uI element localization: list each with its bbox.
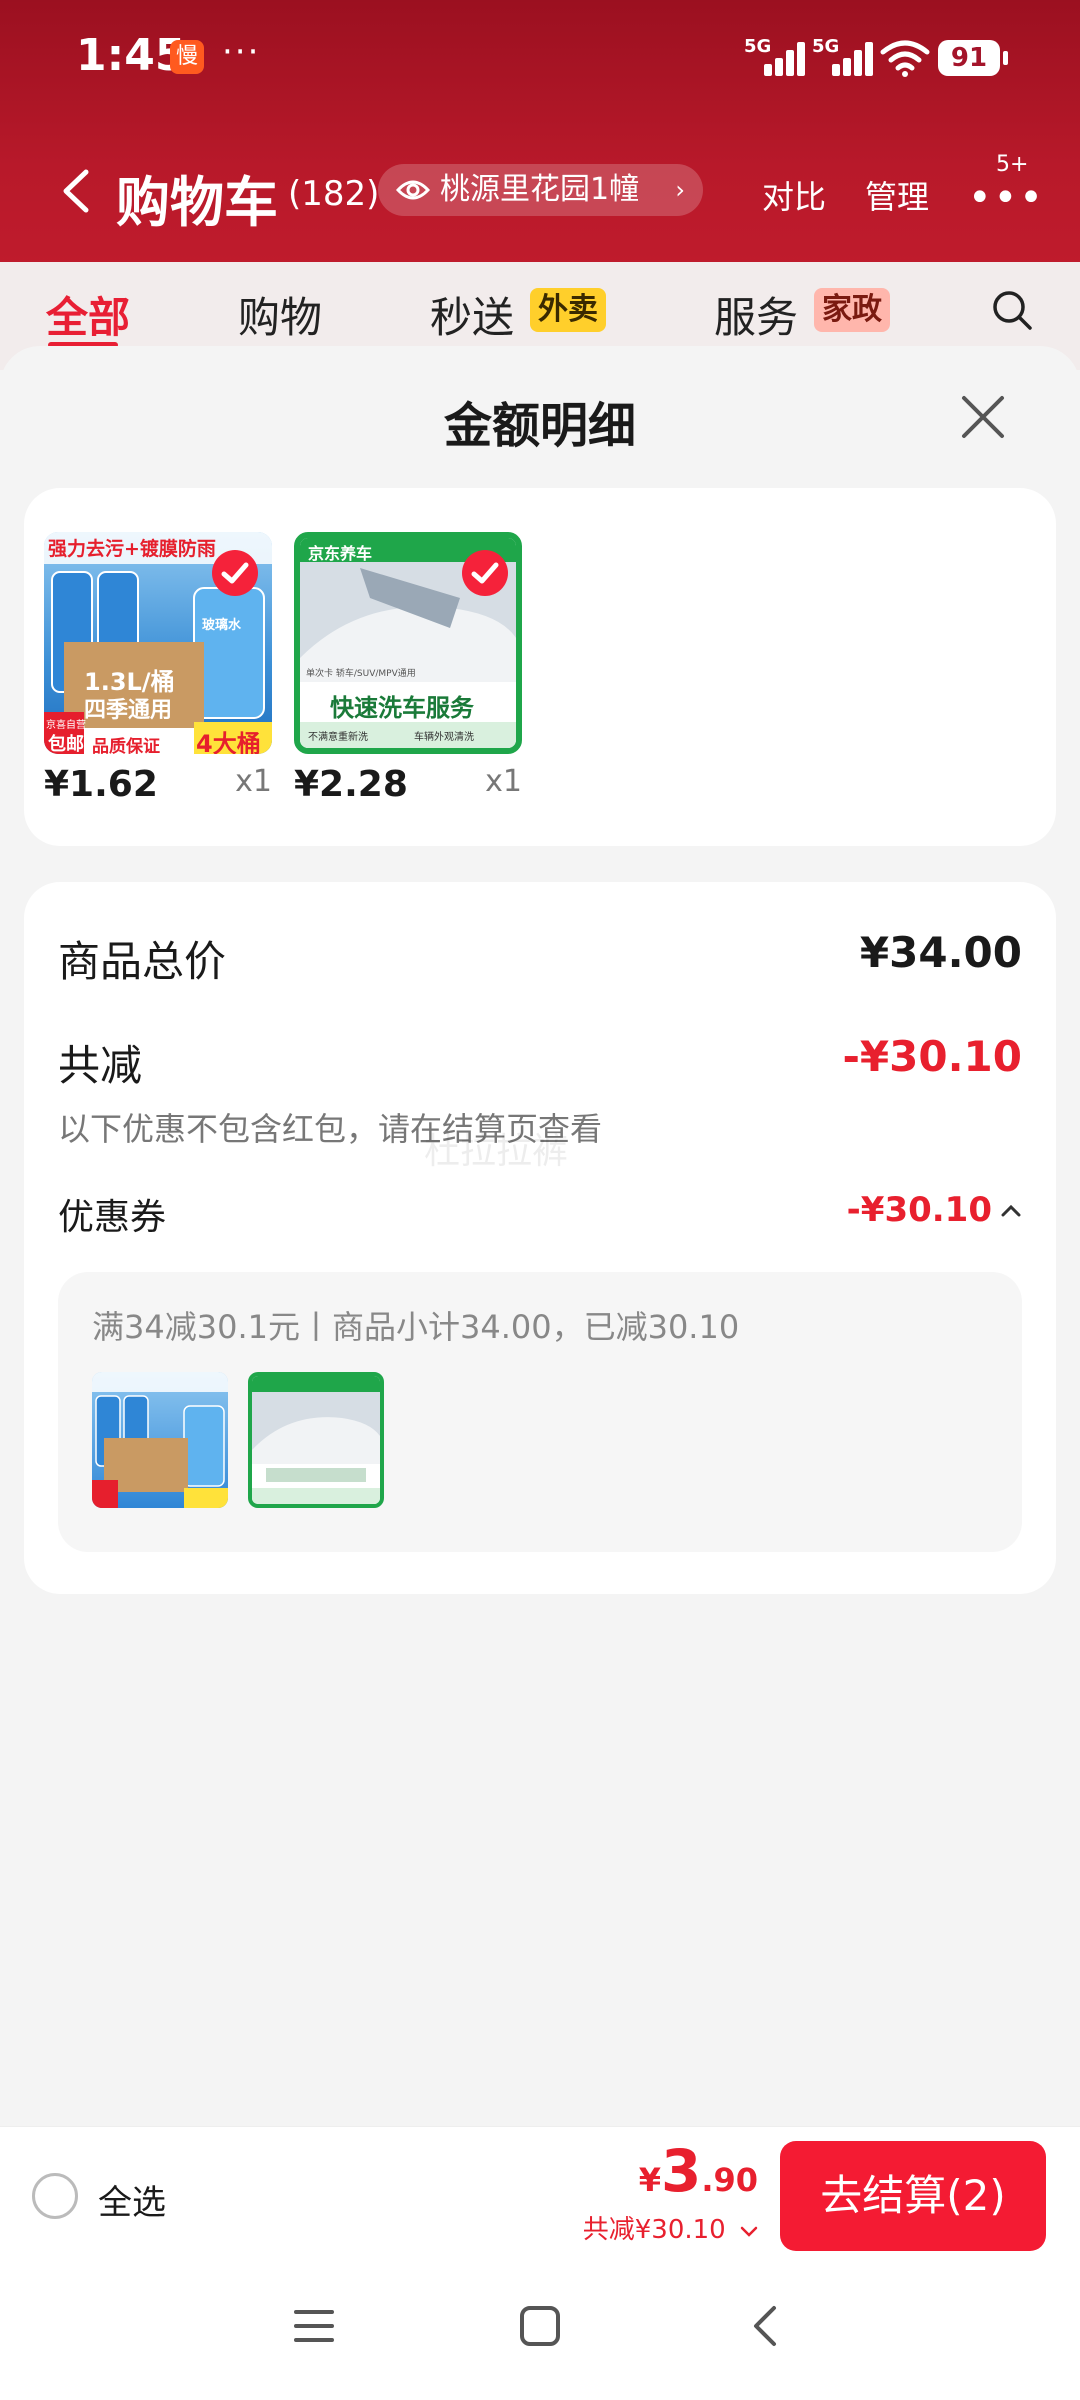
item-quantity: x1 [485, 764, 522, 799]
thumb-title: 快速洗车服务 [330, 694, 474, 722]
sheet-title: 金额明细 [443, 398, 636, 454]
coupon-toggle[interactable]: -¥30.10 [847, 1190, 1022, 1234]
back-nav-icon[interactable] [748, 2304, 782, 2348]
checked-icon[interactable] [212, 550, 258, 596]
home-icon[interactable] [518, 2304, 562, 2348]
product-image-car-wash: 京东养车 单次卡 轿车/SUV/MPV通用 快速洗车服务 不满意重新洗 车辆外观… [294, 532, 522, 754]
app-notification-icon: 慢 [170, 40, 204, 74]
chevron-up-icon [1001, 1204, 1021, 1217]
tag-takeout: 外卖 [530, 288, 606, 332]
close-icon[interactable] [958, 392, 1008, 442]
tab-shopping[interactable]: 购物 [238, 284, 322, 345]
coupon-item-thumb-washer-fluid [92, 1372, 228, 1508]
checkout-bar: 全选 ¥3.90 共减¥30.10 去结算(2) [0, 2126, 1080, 2264]
coupon-item-thumb-car-wash [248, 1372, 384, 1508]
product-item[interactable]: 强力去污+镀膜防雨 玻璃水 1.3L/桶 四季通用 京喜自营 包邮 品质保证 4… [44, 532, 272, 805]
coupon-detail-text: 满34减30.1元丨商品小计34.00，已减30.10 [92, 1308, 740, 1346]
tab-services[interactable]: 服务 [714, 284, 798, 345]
saved-amount: 共减¥30.10 [582, 2215, 726, 2245]
amount-detail-sheet: 金额明细 强力去污+镀膜防雨 玻璃水 1.3L/桶 四季通用 京喜自营 包邮 品… [0, 346, 1080, 2126]
checkout-button[interactable]: 去结算(2) [780, 2141, 1046, 2251]
coupon-detail: 满34减30.1元丨商品小计34.00，已减30.10 [58, 1272, 1022, 1552]
address-selector[interactable]: 桃源里花园1幢 › [378, 164, 703, 216]
thumb-guarantee: 品质保证 [92, 737, 160, 754]
manage-button[interactable]: 管理 [865, 172, 929, 218]
thumb-foot2: 车辆外观清洗 [414, 732, 474, 743]
more-icon: ••• [968, 175, 1045, 221]
total-decimal: .90 [701, 2161, 758, 2199]
signal-2-icon: 5G [812, 36, 874, 76]
total-value: ¥34.00 [859, 928, 1022, 977]
status-bar: 1:45 慢 ··· 5G 5G 91 [0, 0, 1080, 118]
thumb-season: 四季通用 [84, 698, 173, 723]
total-price: ¥3.90 [639, 2137, 758, 2205]
eye-icon [396, 180, 430, 200]
page-title: 购物车 [116, 171, 278, 234]
coupon-value: -¥30.10 [846, 1190, 992, 1230]
tab-instant[interactable]: 秒送 [430, 284, 514, 345]
thumb-brand: 玻璃水 [202, 618, 242, 633]
cart-count: (182) [288, 174, 380, 214]
more-badge: 5+ [996, 152, 1029, 177]
checked-icon[interactable] [462, 550, 508, 596]
back-icon[interactable] [56, 166, 96, 216]
thumb-foot1: 不满意重新洗 [308, 732, 368, 743]
chevron-down-icon [740, 2226, 758, 2237]
price-summary-card: 商品总价 ¥34.00 共减 -¥30.10 以下优惠不包含红包，请在结算页查看… [24, 882, 1056, 1594]
signal-1-icon: 5G [744, 36, 805, 76]
currency-symbol: ¥ [638, 2161, 661, 2199]
watermark-text: 杜拉拉裤 [424, 1131, 569, 1172]
thumb-corner: 京喜自营 [46, 720, 86, 731]
system-nav-bar [0, 2264, 1080, 2400]
discount-label: 共减 [58, 1041, 143, 1090]
compare-button[interactable]: 对比 [762, 172, 826, 218]
total-integer: 3 [660, 2137, 702, 2205]
product-image-washer-fluid: 强力去污+镀膜防雨 玻璃水 1.3L/桶 四季通用 京喜自营 包邮 品质保证 4… [44, 532, 272, 754]
cart-navbar: 购物车 (182) 桃源里花园1幢 › 对比 管理 ••• 5+ [0, 140, 1080, 240]
thumb-headline: 强力去污+镀膜防雨 [48, 538, 216, 560]
more-notifications-icon: ··· [222, 32, 261, 72]
total-label: 商品总价 [58, 937, 227, 986]
chevron-right-icon: › [675, 176, 685, 204]
items-card: 强力去污+镀膜防雨 玻璃水 1.3L/桶 四季通用 京喜自营 包邮 品质保证 4… [24, 488, 1056, 846]
battery-icon: 91 [938, 40, 1008, 76]
discount-value: -¥30.10 [842, 1032, 1022, 1081]
menu-icon[interactable] [292, 2306, 336, 2346]
select-all-radio[interactable] [32, 2173, 78, 2219]
item-quantity: x1 [235, 764, 272, 799]
product-item[interactable]: 京东养车 单次卡 轿车/SUV/MPV通用 快速洗车服务 不满意重新洗 车辆外观… [294, 532, 522, 805]
address-text: 桃源里花园1幢 [440, 172, 640, 207]
thumb-brand: 京东养车 [308, 544, 373, 563]
item-price: ¥2.28 [294, 764, 408, 805]
search-icon[interactable] [990, 288, 1034, 332]
tag-housekeeping: 家政 [814, 288, 890, 332]
tab-all[interactable]: 全部 [46, 284, 130, 345]
thumb-badge: 4大桶 [196, 730, 261, 754]
thumb-shipping: 包邮 [48, 734, 84, 754]
top-header: 1:45 慢 ··· 5G 5G 91 购物车 (182) 桃源里花园1幢 › … [0, 0, 1080, 370]
select-all-label[interactable]: 全选 [98, 2175, 166, 2224]
coupon-label: 优惠券 [58, 1197, 167, 1238]
saved-toggle[interactable]: 共减¥30.10 [583, 2209, 758, 2246]
wifi-icon [880, 40, 930, 77]
item-price: ¥1.62 [44, 764, 158, 805]
thumb-subtitle: 单次卡 轿车/SUV/MPV通用 [306, 669, 416, 679]
more-button[interactable]: ••• 5+ [968, 152, 1043, 222]
